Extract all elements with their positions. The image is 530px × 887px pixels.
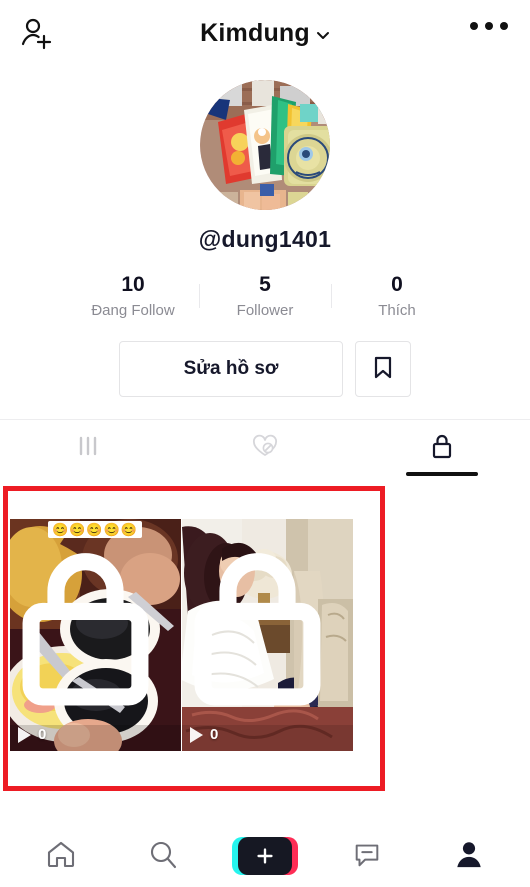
message-icon — [352, 839, 382, 874]
video-thumbnail[interactable]: 0 — [182, 519, 353, 751]
chevron-down-icon — [316, 28, 330, 42]
bookmark-button[interactable] — [355, 341, 411, 397]
tab-private[interactable] — [353, 420, 530, 476]
stat-value: 0 — [391, 273, 403, 296]
nav-discover[interactable] — [128, 828, 198, 884]
stat-following[interactable]: 10 Đang Follow — [68, 273, 199, 319]
page-title: Kimdung — [200, 18, 310, 47]
tiktok-profile-screen: Kimdung @dung1401 10 Đang Follow 5 Follo… — [0, 0, 530, 887]
stat-value: 10 — [121, 273, 145, 296]
stat-value: 5 — [259, 273, 271, 296]
profile-section: @dung1401 — [0, 66, 530, 253]
tab-liked[interactable] — [177, 420, 354, 476]
nav-create[interactable] — [230, 828, 300, 884]
lock-icon — [182, 519, 343, 743]
create-button[interactable] — [232, 835, 298, 877]
profile-actions: Sửa hồ sơ — [0, 341, 530, 397]
add-friend-icon[interactable] — [17, 14, 57, 54]
plus-icon — [238, 837, 292, 875]
stat-likes[interactable]: 0 Thích — [332, 273, 463, 319]
tab-posts[interactable] — [0, 420, 177, 476]
stat-label: Thích — [378, 302, 416, 319]
video-grid-area: 😊😊😊😊😊 0 0 — [0, 476, 530, 825]
bottom-navigation — [0, 825, 530, 887]
home-icon — [45, 838, 77, 875]
stat-followers[interactable]: 5 Follower — [200, 273, 331, 319]
video-grid: 😊😊😊😊😊 0 0 — [10, 519, 353, 751]
profile-tabs — [0, 420, 530, 476]
stat-label: Đang Follow — [91, 302, 175, 319]
stat-label: Follower — [236, 302, 294, 319]
avatar[interactable] — [200, 80, 330, 210]
edit-profile-button[interactable]: Sửa hồ sơ — [119, 341, 343, 397]
profile-handle: @dung1401 — [198, 226, 332, 252]
nav-home[interactable] — [26, 828, 96, 884]
profile-name-dropdown[interactable]: Kimdung — [200, 19, 330, 48]
nav-inbox[interactable] — [332, 828, 402, 884]
heart-hidden-icon — [250, 432, 280, 465]
nav-profile[interactable] — [434, 828, 504, 884]
grid-posts-icon — [74, 432, 102, 465]
bookmark-icon — [371, 355, 395, 384]
search-icon — [147, 838, 179, 875]
lock-icon — [428, 431, 456, 466]
stats-row: 10 Đang Follow 5 Follower 0 Thích — [0, 273, 530, 319]
more-options-icon[interactable] — [470, 22, 508, 30]
header-bar: Kimdung — [0, 0, 530, 66]
video-thumbnail[interactable]: 😊😊😊😊😊 0 — [10, 519, 181, 751]
person-filled-icon — [454, 839, 484, 874]
lock-icon — [10, 519, 171, 743]
